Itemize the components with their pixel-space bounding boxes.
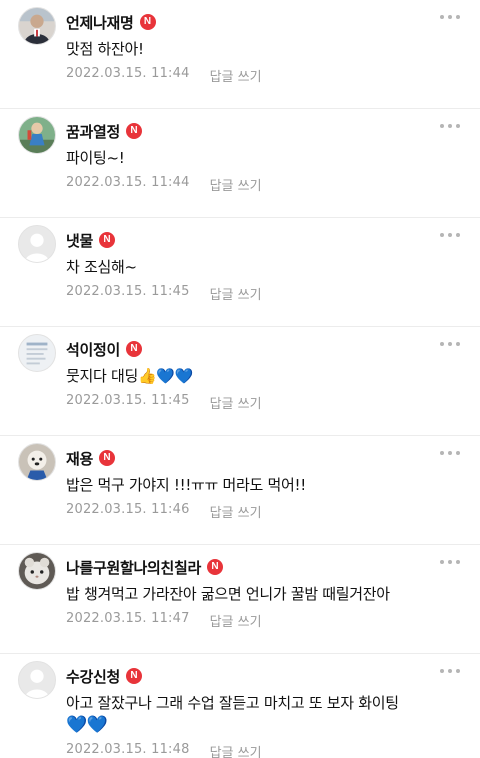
comment-body: 차 조심해~ (66, 258, 137, 276)
nickname-row: 냇물 N (66, 229, 116, 251)
nickname-row: 재용 N (66, 447, 116, 469)
comment-item: 나를구원할나의친칠라 N 밥 챙겨먹고 가라잔아 굶으면 언니가 꿀밤 때릴거잔… (0, 545, 480, 654)
comment-text: 맛점 하잔아! (66, 38, 466, 60)
comment-date: 2022.03.15. 11:44 (66, 66, 190, 81)
more-options-icon[interactable] (440, 339, 460, 349)
comment-meta: 2022.03.15. 11:44 답글 쓰기 (66, 175, 262, 194)
nickname[interactable]: 냇물 (66, 230, 93, 251)
nickname-row: 꿈과열정 N (66, 120, 143, 142)
nickname[interactable]: 나를구원할나의친칠라 (66, 557, 201, 578)
avatar-photo-document-icon (19, 335, 55, 371)
nickname-row: 나를구원할나의친칠라 N (66, 556, 224, 578)
reply-button[interactable]: 답글 쓰기 (210, 742, 262, 758)
comment-date: 2022.03.15. 11:44 (66, 175, 190, 190)
nickname-row: 수강신청 N (66, 665, 143, 687)
new-badge: N (126, 668, 143, 684)
nickname-row: 언제나재명 N (66, 11, 156, 33)
comment-date: 2022.03.15. 11:47 (66, 611, 190, 626)
new-badge: N (139, 14, 156, 30)
avatar[interactable] (18, 552, 56, 590)
nickname[interactable]: 수강신청 (66, 666, 120, 687)
more-options-icon[interactable] (440, 230, 460, 240)
comment-item: 석이정이 N 뭇지다 대딩👍💙💙 2022.03.15. 11:45 답글 쓰기 (0, 327, 480, 436)
new-badge: N (126, 341, 143, 357)
reply-button[interactable]: 답글 쓰기 (210, 284, 262, 303)
comment-item: 언제나재명 N 맛점 하잔아! 2022.03.15. 11:44 답글 쓰기 (0, 0, 480, 109)
avatar[interactable] (18, 7, 56, 45)
comment-text: 파이팅~! (66, 147, 466, 169)
avatar[interactable] (18, 225, 56, 263)
comment-item: 냇물 N 차 조심해~ 2022.03.15. 11:45 답글 쓰기 (0, 218, 480, 327)
nickname[interactable]: 꿈과열정 (66, 121, 120, 142)
more-options-icon[interactable] (440, 557, 460, 567)
comment-date: 2022.03.15. 11:45 (66, 284, 190, 299)
comment-body: 뭇지다 대딩 (66, 367, 138, 385)
comment-date: 2022.03.15. 11:46 (66, 502, 190, 517)
comment-text: 뭇지다 대딩👍💙💙 (66, 365, 466, 387)
reply-button[interactable]: 답글 쓰기 (210, 393, 262, 412)
comment-item: 재용 N 밥은 먹구 가야지 !!!ㅠㅠ 머라도 먹어!! 2022.03.15… (0, 436, 480, 545)
comment-meta: 2022.03.15. 11:45 답글 쓰기 (66, 393, 262, 412)
comment-list: 언제나재명 N 맛점 하잔아! 2022.03.15. 11:44 답글 쓰기 … (0, 0, 480, 758)
avatar[interactable] (18, 661, 56, 699)
avatar-photo-dog-icon (19, 444, 55, 480)
avatar-photo-person-icon (19, 8, 55, 44)
comment-date: 2022.03.15. 11:45 (66, 393, 190, 408)
avatar[interactable] (18, 116, 56, 154)
comment-item: 수강신청 N 아고 잘잤구나 그래 수업 잘듣고 마치고 또 보자 화이팅 💙💙 … (0, 654, 480, 758)
more-options-icon[interactable] (440, 666, 460, 676)
emoji-blue-hearts-icon: 💙💙 (66, 715, 108, 735)
comment-meta: 2022.03.15. 11:44 답글 쓰기 (66, 66, 262, 85)
new-badge: N (99, 450, 116, 466)
more-options-icon[interactable] (440, 448, 460, 458)
nickname[interactable]: 언제나재명 (66, 12, 134, 33)
comment-text: 아고 잘잤구나 그래 수업 잘듣고 마치고 또 보자 화이팅 💙💙 (66, 692, 466, 736)
nickname-row: 석이정이 N (66, 338, 143, 360)
avatar-photo-figure-icon (19, 117, 55, 153)
comment-meta: 2022.03.15. 11:45 답글 쓰기 (66, 284, 262, 303)
reply-button[interactable]: 답글 쓰기 (210, 502, 262, 521)
new-badge: N (126, 123, 143, 139)
comment-body: 아고 잘잤구나 그래 수업 잘듣고 마치고 또 보자 화이팅 (66, 694, 399, 712)
more-options-icon[interactable] (440, 12, 460, 22)
more-options-icon[interactable] (440, 121, 460, 131)
new-badge: N (207, 559, 224, 575)
comment-body: 맛점 하잔아! (66, 40, 144, 58)
comment-meta: 2022.03.15. 11:46 답글 쓰기 (66, 502, 262, 521)
comment-body: 밥은 먹구 가야지 !!!ㅠㅠ 머라도 먹어!! (66, 476, 306, 494)
comment-text: 차 조심해~ (66, 256, 466, 278)
default-profile-icon (19, 662, 55, 698)
comment-meta: 2022.03.15. 11:48 답글 쓰기 (66, 742, 262, 758)
comment-meta: 2022.03.15. 11:47 답글 쓰기 (66, 611, 262, 630)
new-badge: N (99, 232, 116, 248)
comment-body: 파이팅~! (66, 149, 125, 167)
comment-date: 2022.03.15. 11:48 (66, 742, 190, 757)
reply-button[interactable]: 답글 쓰기 (210, 611, 262, 630)
avatar[interactable] (18, 443, 56, 481)
comment-text: 밥은 먹구 가야지 !!!ㅠㅠ 머라도 먹어!! (66, 474, 466, 496)
nickname[interactable]: 재용 (66, 448, 93, 469)
comment-text: 밥 챙겨먹고 가라잔아 굶으면 언니가 꿀밤 때릴거잔아 (66, 583, 466, 605)
default-profile-icon (19, 226, 55, 262)
reply-button[interactable]: 답글 쓰기 (210, 175, 262, 194)
comment-item: 꿈과열정 N 파이팅~! 2022.03.15. 11:44 답글 쓰기 (0, 109, 480, 218)
emoji-thumbs-hearts-icon: 👍💙💙 (137, 367, 194, 385)
avatar[interactable] (18, 334, 56, 372)
nickname[interactable]: 석이정이 (66, 339, 120, 360)
reply-button[interactable]: 답글 쓰기 (210, 66, 262, 85)
avatar-photo-chinchilla-icon (19, 553, 55, 589)
comment-body: 밥 챙겨먹고 가라잔아 굶으면 언니가 꿀밤 때릴거잔아 (66, 585, 390, 603)
